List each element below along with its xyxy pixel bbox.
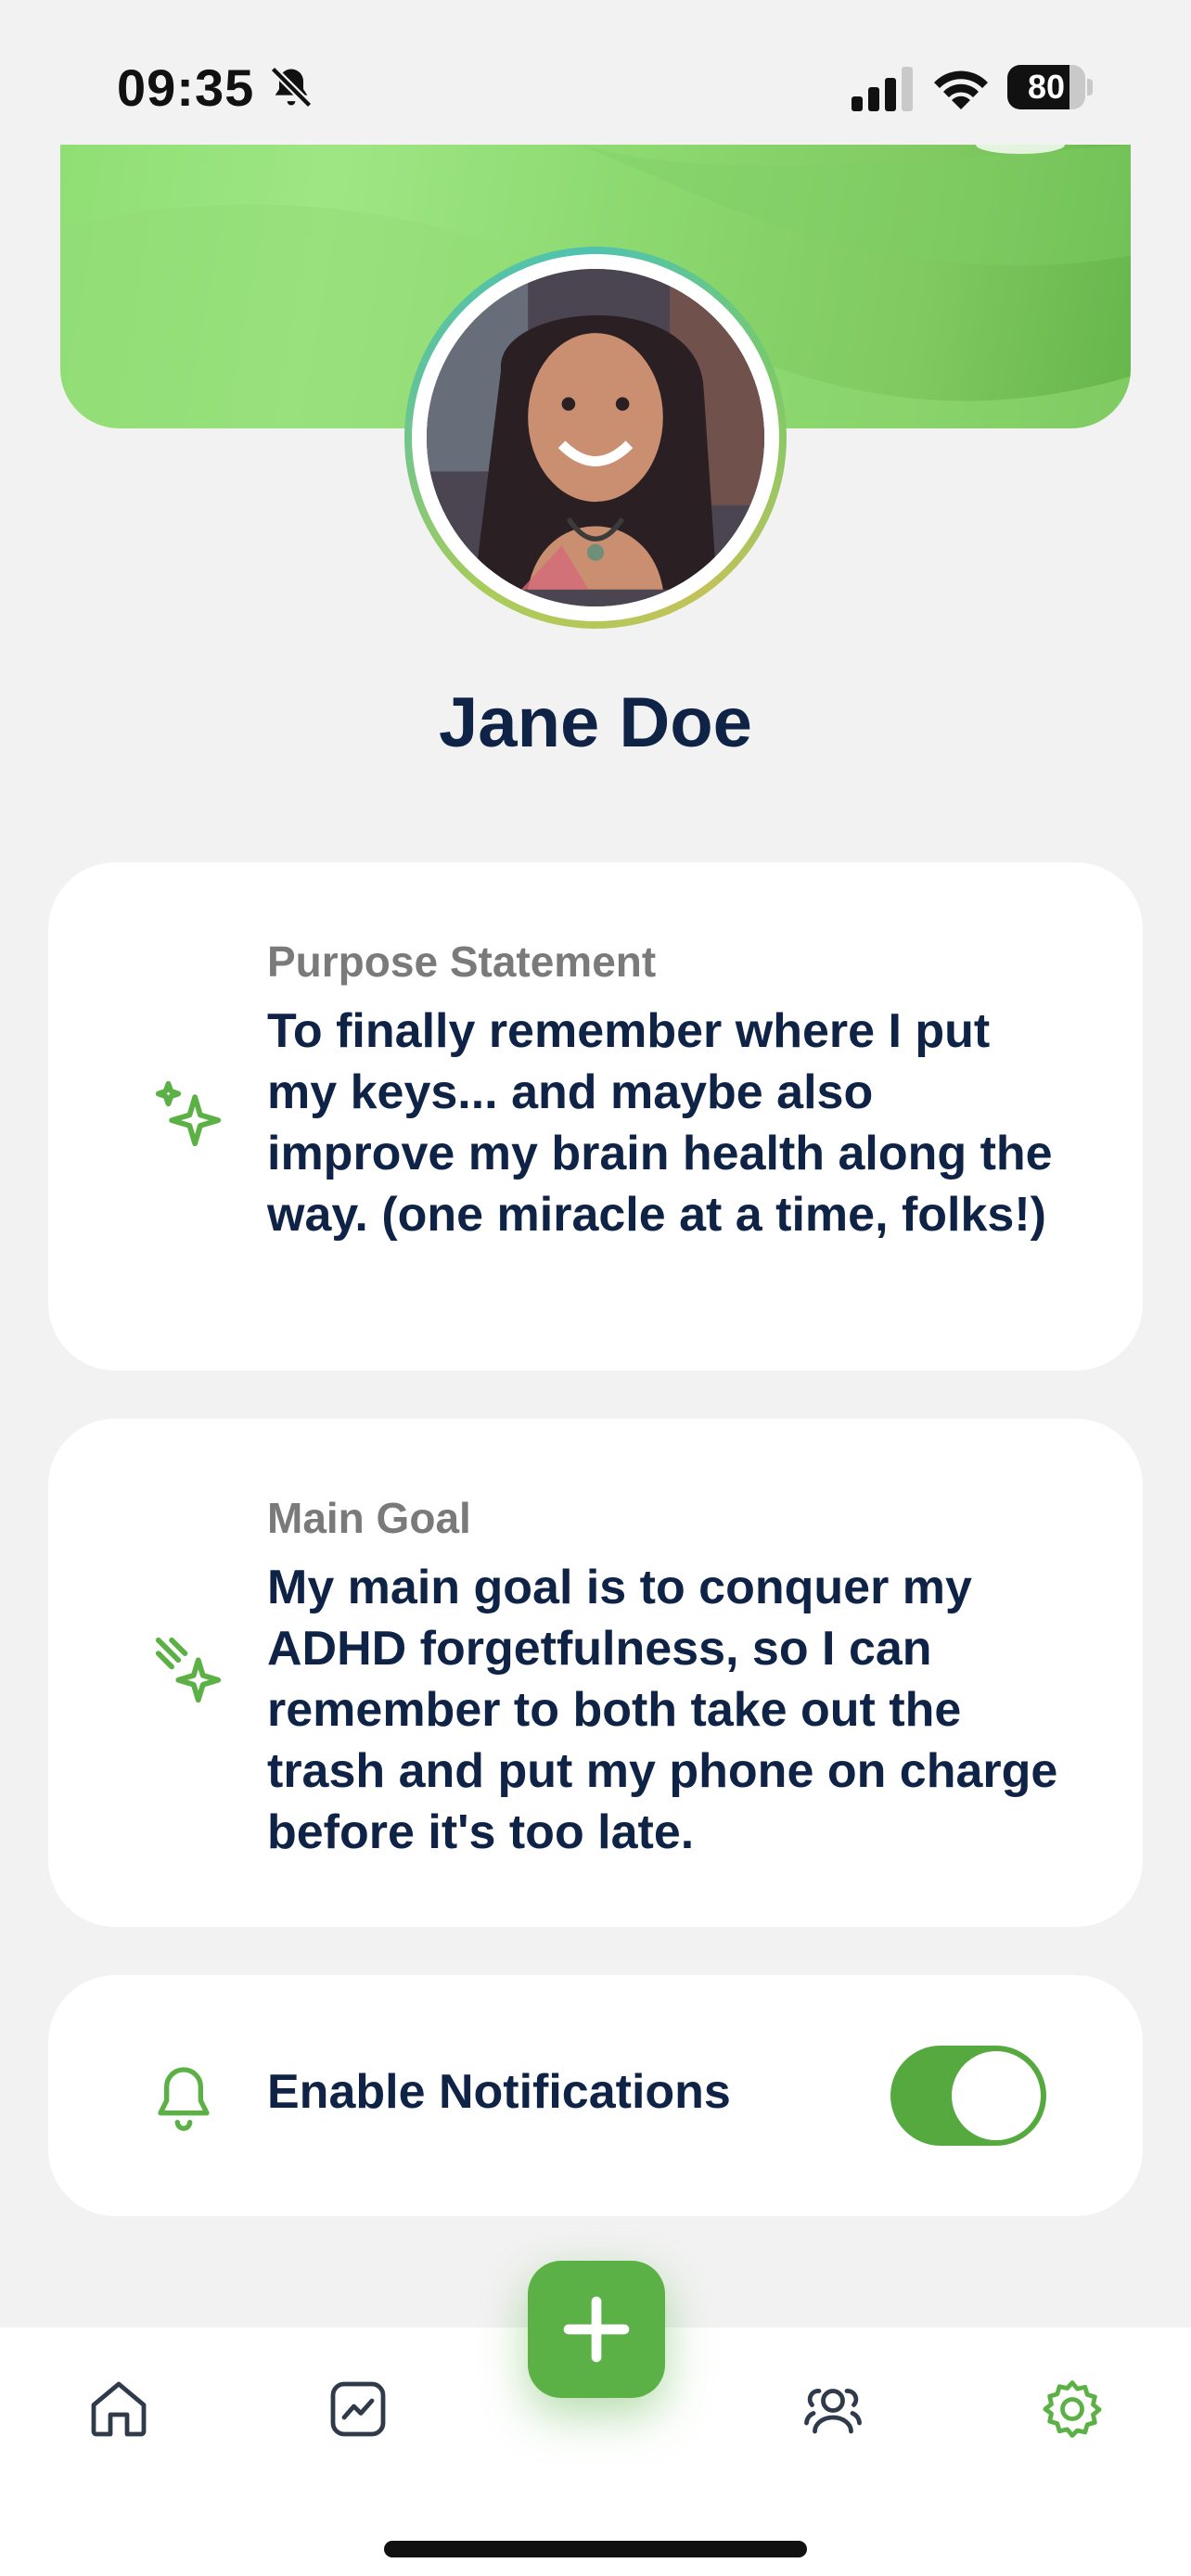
sparkles-icon bbox=[155, 1080, 222, 1147]
battery-icon: 80 bbox=[1007, 65, 1093, 109]
status-time: 09:35 bbox=[117, 58, 255, 117]
avatar-ring bbox=[404, 247, 787, 629]
gear-icon bbox=[1043, 2380, 1102, 2438]
tab-home[interactable] bbox=[85, 2376, 152, 2442]
main-goal-card[interactable]: Main Goal My main goal is to conquer my … bbox=[48, 1419, 1143, 1927]
profile-name: Jane Doe bbox=[439, 683, 752, 762]
settings-profile-screen: 09:35 80 Jane Doe Purpose Statement To f… bbox=[0, 0, 1191, 2576]
battery-level: 80 bbox=[1027, 68, 1066, 106]
tab-progress[interactable] bbox=[325, 2376, 391, 2442]
wifi-icon bbox=[934, 70, 988, 109]
home-icon bbox=[91, 2381, 147, 2437]
notifications-toggle[interactable] bbox=[890, 2046, 1046, 2146]
chart-icon bbox=[330, 2381, 386, 2437]
add-button[interactable] bbox=[528, 2261, 665, 2398]
status-bar: 09:35 80 bbox=[0, 0, 1191, 139]
tab-community[interactable] bbox=[800, 2376, 866, 2442]
purpose-label: Purpose Statement bbox=[267, 937, 657, 986]
purpose-statement-card[interactable]: Purpose Statement To finally remember wh… bbox=[48, 862, 1143, 1371]
bell-slash-icon bbox=[270, 66, 313, 108]
main-goal-text: My main goal is to conquer my ADHD forge… bbox=[267, 1561, 1058, 1860]
toggle-knob bbox=[952, 2051, 1041, 2140]
profile-photo bbox=[427, 269, 764, 606]
bell-icon bbox=[158, 2067, 210, 2131]
notifications-label: Enable Notifications bbox=[267, 2065, 731, 2119]
plus-icon bbox=[563, 2296, 630, 2363]
shooting-star-icon bbox=[155, 1637, 222, 1703]
tab-settings[interactable] bbox=[1039, 2376, 1106, 2442]
users-icon bbox=[804, 2389, 862, 2434]
home-indicator bbox=[384, 2541, 807, 2557]
notifications-card: Enable Notifications bbox=[48, 1975, 1143, 2216]
purpose-text: To finally remember where I put my keys.… bbox=[267, 1004, 1053, 1243]
avatar[interactable] bbox=[427, 269, 764, 606]
cellular-signal-icon bbox=[852, 67, 913, 111]
main-goal-label: Main Goal bbox=[267, 1494, 471, 1542]
